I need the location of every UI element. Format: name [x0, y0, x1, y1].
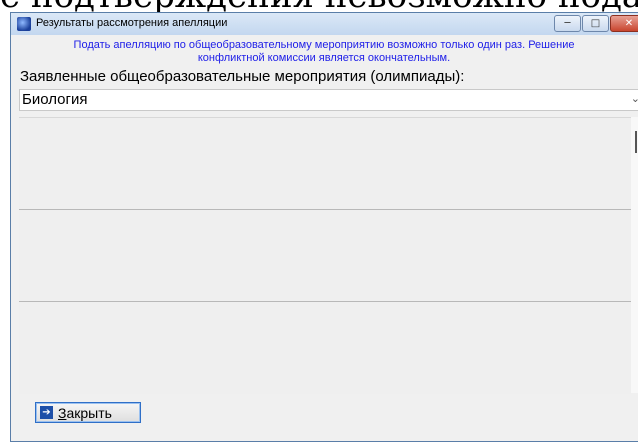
title-bar[interactable]: Результаты рассмотрения апелляции ─ □ ✕ — [11, 13, 638, 35]
app-icon — [17, 17, 31, 31]
appeal-notice: Подать апелляцию по общеобразовательному… — [11, 39, 637, 65]
exit-arrow-icon: ➔ — [40, 406, 53, 419]
appeal-notice-line-2: конфликтной комиссии является окончатель… — [197, 52, 451, 64]
result-panel-1 — [19, 117, 631, 210]
window-title: Результаты рассмотрения апелляции — [36, 17, 228, 29]
close-button-label: Закрыть — [58, 404, 112, 422]
scroll-area[interactable] — [631, 117, 638, 393]
events-select-value: Биология — [22, 91, 88, 108]
maximize-icon: □ — [590, 18, 601, 29]
appeal-results-window: Результаты рассмотрения апелляции ─ □ ✕ … — [10, 12, 638, 442]
chevron-down-icon[interactable]: ⌄ — [631, 92, 638, 105]
minimize-button[interactable]: ─ — [554, 15, 581, 32]
scrollbar-thumb[interactable] — [635, 131, 637, 153]
maximize-button[interactable]: □ — [582, 15, 609, 32]
close-button[interactable]: ➔ Закрыть — [35, 402, 141, 423]
events-select[interactable]: Биология ⌄ — [19, 89, 638, 111]
close-window-button[interactable]: ✕ — [610, 15, 638, 32]
result-panel-2 — [19, 209, 631, 302]
minimize-icon: ─ — [564, 18, 571, 29]
result-panel-3 — [19, 301, 631, 394]
window-client-area: Подать апелляцию по общеобразовательному… — [11, 35, 638, 441]
close-button-label-rest: акрыть — [66, 405, 112, 421]
events-label: Заявленные общеобразовательные мероприят… — [20, 68, 465, 85]
close-icon: ✕ — [624, 18, 634, 29]
appeal-notice-line-1: Подать апелляцию по общеобразовательному… — [73, 39, 575, 51]
